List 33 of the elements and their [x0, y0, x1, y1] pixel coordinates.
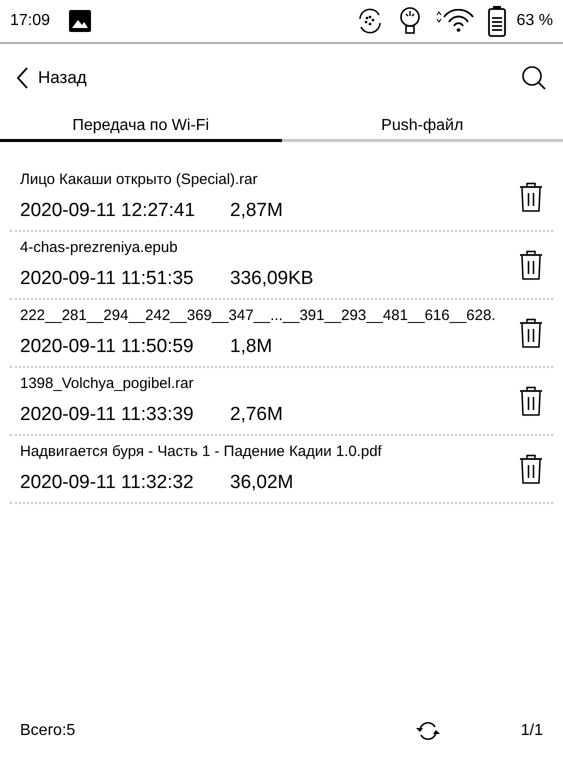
- delete-icon[interactable]: [519, 386, 543, 416]
- page-indicator: 1/1: [520, 721, 543, 741]
- file-date: 2020-09-11 11:33:39: [20, 403, 195, 427]
- file-size: 36,02M: [230, 471, 294, 495]
- delete-icon[interactable]: [519, 182, 543, 212]
- file-size: 1,8M: [230, 335, 272, 359]
- delete-icon[interactable]: [519, 454, 543, 484]
- back-button[interactable]: Назад: [16, 65, 87, 91]
- delete-icon[interactable]: [519, 318, 543, 348]
- file-name[interactable]: 4-chas-prezreniya.epub: [20, 236, 515, 259]
- file-name[interactable]: 222__281__294__242__369__347__...__391__293__481__616__628.: [20, 304, 515, 327]
- file-size: 2,76M: [230, 403, 283, 427]
- delete-icon[interactable]: [519, 250, 543, 280]
- battery-percentage: 63 %: [516, 11, 553, 31]
- file-date: 2020-09-11 12:27:41: [20, 199, 196, 223]
- tab[interactable]: Передача по Wi-Fi: [0, 112, 282, 142]
- refresh-icon[interactable]: [414, 720, 441, 742]
- file-size: 336,09KB: [230, 267, 314, 291]
- file-date: 2020-09-11 11:51:35: [20, 267, 195, 291]
- file-size: 2,87M: [230, 199, 283, 223]
- clock-time: 17:09: [10, 11, 50, 31]
- chevron-left-icon: [16, 67, 28, 89]
- battery-icon: [486, 5, 507, 37]
- file-date: 2020-09-11 11:50:59: [20, 335, 195, 359]
- tab[interactable]: Push-файл: [282, 112, 563, 142]
- file-name[interactable]: 1398_Volchya_pogibel.rar: [20, 372, 515, 395]
- search-icon[interactable]: [521, 65, 547, 91]
- total-count: Всего:5: [20, 721, 76, 741]
- file-date: 2020-09-11 11:32:32: [20, 471, 195, 495]
- file-name[interactable]: Лицо Какаши открыто (Special).rar: [20, 168, 515, 191]
- file-name[interactable]: Надвигается буря - Часть 1 - Падение Кадии 1.0.pdf: [20, 440, 515, 463]
- wifi-icon: [434, 9, 475, 33]
- image-icon: [68, 9, 92, 33]
